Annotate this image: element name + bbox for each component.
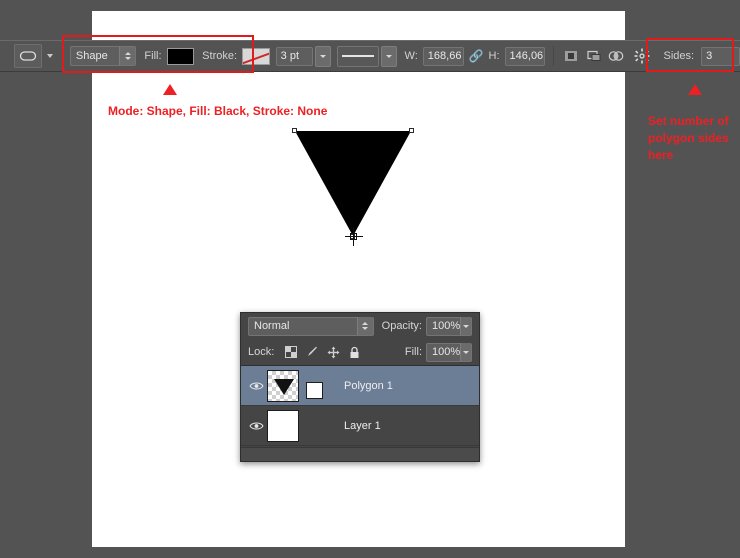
transform-handle-tr[interactable] <box>409 128 414 133</box>
lock-transparent-pixels-icon[interactable] <box>284 345 298 359</box>
lock-label: Lock: <box>248 346 275 358</box>
chevron-down-icon <box>124 57 131 60</box>
chevron-up-icon <box>124 52 131 55</box>
tool-preset-picker[interactable] <box>14 44 53 68</box>
width-label: W: <box>404 50 418 62</box>
link-chain-icon[interactable]: 🔗 <box>469 49 484 63</box>
stroke-style-preview[interactable] <box>336 45 379 67</box>
checker-glyph <box>285 346 298 358</box>
chevron-down-icon <box>463 324 470 328</box>
path-arrangement-icon[interactable] <box>585 46 603 66</box>
opacity-value: 100% <box>432 320 461 332</box>
layer-name[interactable]: Polygon 1 <box>344 380 393 392</box>
eye-icon <box>248 422 264 429</box>
rounded-rect-glyph <box>19 51 37 61</box>
stroke-style-dropdown[interactable] <box>380 45 397 67</box>
eye-icon <box>248 382 264 389</box>
polygon-tool-cursor <box>345 228 363 246</box>
width-value: 168,66 <box>427 50 462 62</box>
blend-mode-value: Normal <box>254 320 290 332</box>
path-alignment-icon[interactable] <box>562 46 580 66</box>
lock-position-icon[interactable] <box>326 345 340 359</box>
path-ops-glyph <box>608 51 624 61</box>
shape-mode-dropdown[interactable]: Shape <box>69 46 137 66</box>
shape-mode-value: Shape <box>75 50 108 62</box>
vector-mask-box <box>306 381 323 399</box>
lock-buttons-group <box>284 345 361 359</box>
annotation-text-options: Mode: Shape, Fill: Black, Stroke: None <box>108 104 328 118</box>
width-field[interactable]: 168,66 <box>422 46 464 66</box>
stroke-width-dropdown[interactable] <box>314 45 331 67</box>
sides-value: 3 <box>706 50 713 62</box>
layers-panel-lock-row: Lock: Fill: 100% <box>241 339 479 365</box>
height-value: 146,06 <box>509 50 544 62</box>
blend-mode-dropdown[interactable]: Normal <box>248 316 374 336</box>
layer-row[interactable]: Layer 1 <box>241 406 479 446</box>
layer-row[interactable]: Polygon 1 <box>241 366 479 406</box>
height-field[interactable]: 146,06 <box>504 46 546 66</box>
annotation-text-sides-line3: here <box>648 148 674 162</box>
padlock-glyph <box>350 346 359 358</box>
fill-color-swatch[interactable] <box>166 47 195 65</box>
sides-field[interactable]: 3 <box>701 46 740 66</box>
layers-panel[interactable]: Normal Opacity: 100% Lock: Fill: 100% Po… <box>240 312 480 462</box>
shape-tool-icon[interactable] <box>14 44 42 68</box>
solid-line-icon <box>341 55 374 57</box>
opacity-dropdown[interactable] <box>460 317 471 335</box>
height-label: H: <box>488 50 500 62</box>
lock-all-icon[interactable] <box>347 345 361 359</box>
layer-visibility-toggle[interactable] <box>245 381 267 391</box>
path-operations-icon[interactable] <box>607 46 625 66</box>
divider <box>63 46 64 66</box>
chevron-down-icon[interactable] <box>47 54 53 58</box>
layer-visibility-toggle[interactable] <box>245 421 267 431</box>
blend-mode-spinner[interactable] <box>356 317 373 335</box>
chevron-up-icon <box>362 322 369 325</box>
chevron-down-icon <box>385 54 392 58</box>
vector-mask-thumbnail[interactable] <box>302 370 334 402</box>
chevron-down-icon <box>319 54 326 58</box>
gear-glyph <box>634 48 650 64</box>
fill-opacity-dropdown[interactable] <box>460 343 471 361</box>
annotation-text-sides-line2: polygon sides <box>648 131 729 145</box>
gear-icon[interactable] <box>633 46 651 66</box>
annotation-arrow-options <box>163 84 177 95</box>
fill-opacity-value: 100% <box>432 346 461 358</box>
align-glyph <box>565 51 578 61</box>
fill-opacity-field[interactable]: 100% <box>426 342 472 362</box>
fill-label: Fill: <box>404 346 422 358</box>
opacity-field[interactable]: 100% <box>426 316 472 336</box>
lock-image-pixels-icon[interactable] <box>305 345 319 359</box>
annotation-arrow-sides <box>688 84 702 95</box>
stroke-label: Stroke: <box>202 50 238 62</box>
sides-label: Sides: <box>663 50 695 62</box>
layers-panel-blend-row: Normal Opacity: 100% <box>241 313 479 339</box>
layer-thumbnail[interactable] <box>267 409 299 442</box>
layer-thumbnail-shape <box>274 378 294 395</box>
cursor-center-box <box>350 233 357 240</box>
divider <box>553 46 555 66</box>
fill-label: Fill: <box>144 50 162 62</box>
transform-handle-tl[interactable] <box>292 128 297 133</box>
chevron-down-icon <box>362 327 369 330</box>
move-arrows-glyph <box>327 346 340 358</box>
stroke-width-field[interactable]: 3 pt <box>275 46 313 66</box>
opacity-label: Opacity: <box>381 320 422 332</box>
layers-panel-footer <box>241 447 479 461</box>
tool-options-bar: Shape Fill: Stroke: 3 pt W: 168,66 🔗 H: … <box>0 40 740 72</box>
chevron-down-icon <box>463 350 470 354</box>
polygon-shape-container[interactable] <box>292 128 414 239</box>
polygon-triangle[interactable] <box>295 131 411 236</box>
stroke-width-value: 3 pt <box>280 50 300 62</box>
layer-name[interactable]: Layer 1 <box>344 420 381 432</box>
arrange-glyph <box>587 50 601 61</box>
annotation-text-sides-line1: Set number of <box>648 114 729 128</box>
layer-thumbnail[interactable] <box>267 369 299 402</box>
shape-mode-spinner[interactable] <box>119 47 136 65</box>
stroke-color-swatch[interactable] <box>242 47 270 65</box>
brush-glyph <box>307 346 317 356</box>
